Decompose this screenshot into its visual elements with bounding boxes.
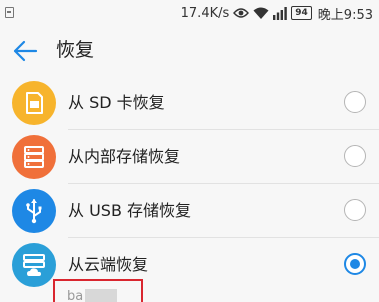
option-label: 从内部存储恢复: [68, 147, 181, 166]
account-redaction: [85, 289, 117, 302]
radio-button-selected[interactable]: [344, 253, 366, 275]
restore-screen: 17.4K/s 94 晚上9:53 恢复 从 SD 卡恢复 从内部存储恢复 从 …: [0, 0, 379, 302]
notification-icon: [5, 7, 14, 18]
radio-button[interactable]: [344, 91, 366, 113]
cloud-account-highlight: ba: [53, 279, 143, 302]
signal-icon: [273, 6, 288, 20]
status-bar: 17.4K/s 94 晚上9:53: [0, 0, 379, 26]
account-name: ba: [67, 289, 84, 302]
wifi-icon: [253, 7, 269, 20]
option-label: 从 SD 卡恢复: [68, 93, 165, 112]
battery-icon: 94: [291, 6, 312, 20]
net-speed: 17.4K/s: [180, 5, 230, 21]
usb-icon: [12, 189, 56, 233]
radio-button[interactable]: [344, 199, 366, 221]
option-label: 从云端恢复: [68, 255, 149, 274]
restore-option-internal-storage[interactable]: 从内部存储恢复: [0, 130, 379, 184]
eye-icon: [233, 7, 250, 19]
status-indicators: 17.4K/s 94 晚上9:53: [180, 4, 373, 23]
cloud-icon: [12, 243, 56, 287]
arrow-left-icon[interactable]: [12, 39, 38, 63]
option-label: 从 USB 存储恢复: [68, 201, 192, 220]
app-header: 恢复: [0, 26, 379, 76]
restore-option-usb-storage[interactable]: 从 USB 存储恢复: [0, 184, 379, 238]
storage-icon: [12, 135, 56, 179]
clock: 晚上9:53: [317, 7, 373, 23]
sd-card-icon: [12, 81, 56, 125]
radio-button[interactable]: [344, 145, 366, 167]
restore-option-sd-card[interactable]: 从 SD 卡恢复: [0, 76, 379, 130]
restore-source-list: 从 SD 卡恢复 从内部存储恢复 从 USB 存储恢复 从云端恢复: [0, 76, 379, 292]
page-title: 恢复: [56, 39, 95, 61]
